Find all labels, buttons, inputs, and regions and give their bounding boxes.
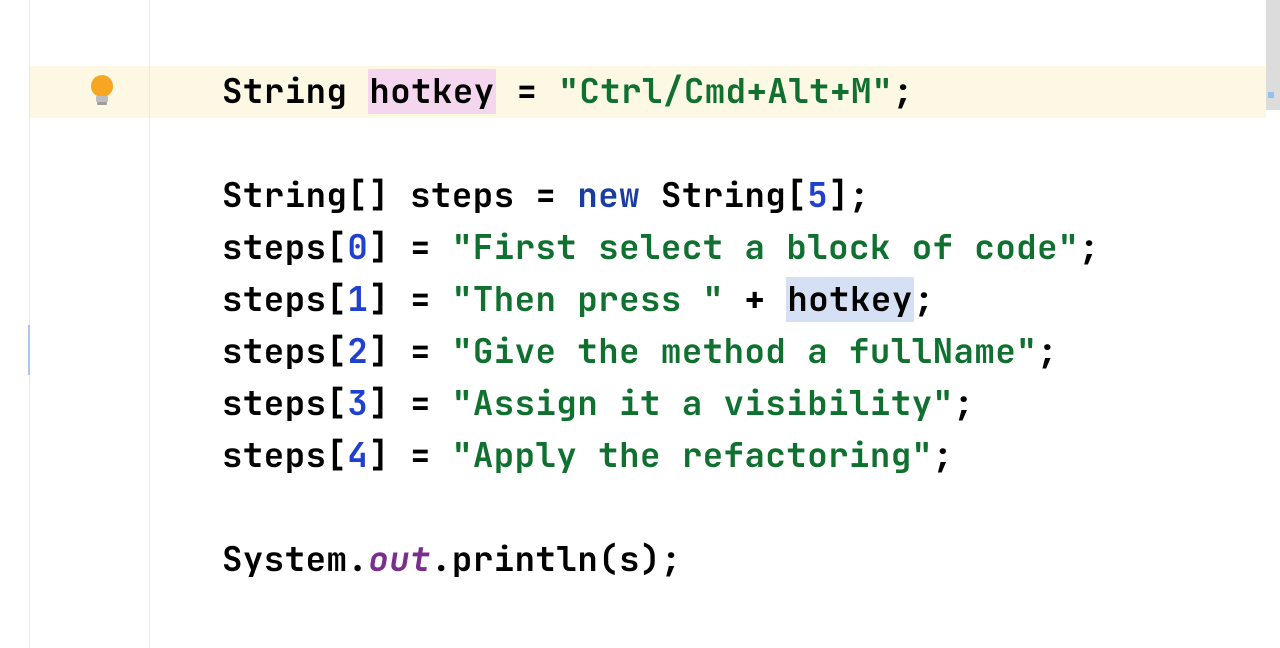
code-token: ] = xyxy=(368,433,452,478)
code-token: 1 xyxy=(347,277,368,322)
code-token: ; xyxy=(1079,225,1100,270)
code-token: String xyxy=(222,69,368,114)
lightbulb-icon[interactable] xyxy=(88,75,116,107)
code-token: steps[ xyxy=(222,277,347,322)
code-token: "First select a block of code" xyxy=(452,225,1079,270)
code-token: steps[ xyxy=(222,381,347,426)
code-line[interactable]: steps[3] = "Assign it a visibility"; xyxy=(150,378,1266,430)
code-token: String[] steps = xyxy=(222,173,577,218)
code-line[interactable]: steps[2] = "Give the method a fullName"; xyxy=(150,326,1266,378)
code-token: ; xyxy=(954,381,975,426)
editor-root: String hotkey = "Ctrl/Cmd+Alt+M";String[… xyxy=(0,0,1280,648)
code-line[interactable]: String[] steps = new String[5]; xyxy=(150,170,1266,222)
code-line[interactable]: steps[1] = "Then press " + hotkey; xyxy=(150,274,1266,326)
code-token: steps[ xyxy=(222,329,347,374)
code-token: "Give the method a fullName" xyxy=(452,329,1037,374)
code-token: = xyxy=(496,69,559,114)
code-token: "Apply the refactoring" xyxy=(452,433,933,478)
code-token: out xyxy=(368,537,431,582)
code-token: steps[ xyxy=(222,225,347,270)
code-token: System. xyxy=(222,537,368,582)
code-token: 0 xyxy=(347,225,368,270)
strip-tick xyxy=(1268,92,1274,98)
code-token: ] = xyxy=(368,381,452,426)
code-token: new xyxy=(577,173,640,218)
code-token: ; xyxy=(1037,329,1058,374)
code-token: + xyxy=(724,277,787,322)
code-token: ; xyxy=(933,433,954,478)
code-line[interactable]: steps[0] = "First select a block of code… xyxy=(150,222,1266,274)
code-token: String[ xyxy=(640,173,807,218)
code-token: ; xyxy=(893,69,914,114)
code-area[interactable]: String hotkey = "Ctrl/Cmd+Alt+M";String[… xyxy=(150,0,1266,648)
code-token: 4 xyxy=(347,433,368,478)
code-token: 3 xyxy=(347,381,368,426)
code-token: ]; xyxy=(828,173,870,218)
marker-gutter[interactable] xyxy=(0,0,30,648)
code-line[interactable] xyxy=(150,14,1266,66)
code-token: 5 xyxy=(807,173,828,218)
code-token: ] = xyxy=(368,225,452,270)
code-line[interactable]: System.out.println(s); xyxy=(150,534,1266,586)
code-line[interactable]: String hotkey = "Ctrl/Cmd+Alt+M"; xyxy=(150,66,1266,118)
code-token: "Assign it a visibility" xyxy=(452,381,954,426)
code-line[interactable]: steps[4] = "Apply the refactoring"; xyxy=(150,430,1266,482)
code-token: hotkey xyxy=(786,277,913,322)
code-token: ; xyxy=(914,277,935,322)
code-line[interactable] xyxy=(150,118,1266,170)
code-token: 2 xyxy=(347,329,368,374)
code-token: "Ctrl/Cmd+Alt+M" xyxy=(558,69,892,114)
code-token: ] = xyxy=(368,277,452,322)
code-token: ] = xyxy=(368,329,452,374)
code-token: .println(s); xyxy=(431,537,682,582)
code-token: "Then press " xyxy=(452,277,724,322)
code-token: hotkey xyxy=(368,69,495,114)
marker-strip[interactable] xyxy=(1266,0,1280,648)
code-line[interactable] xyxy=(150,482,1266,534)
code-line[interactable] xyxy=(150,586,1266,638)
code-token: steps[ xyxy=(222,433,347,478)
icon-gutter[interactable] xyxy=(30,0,150,648)
